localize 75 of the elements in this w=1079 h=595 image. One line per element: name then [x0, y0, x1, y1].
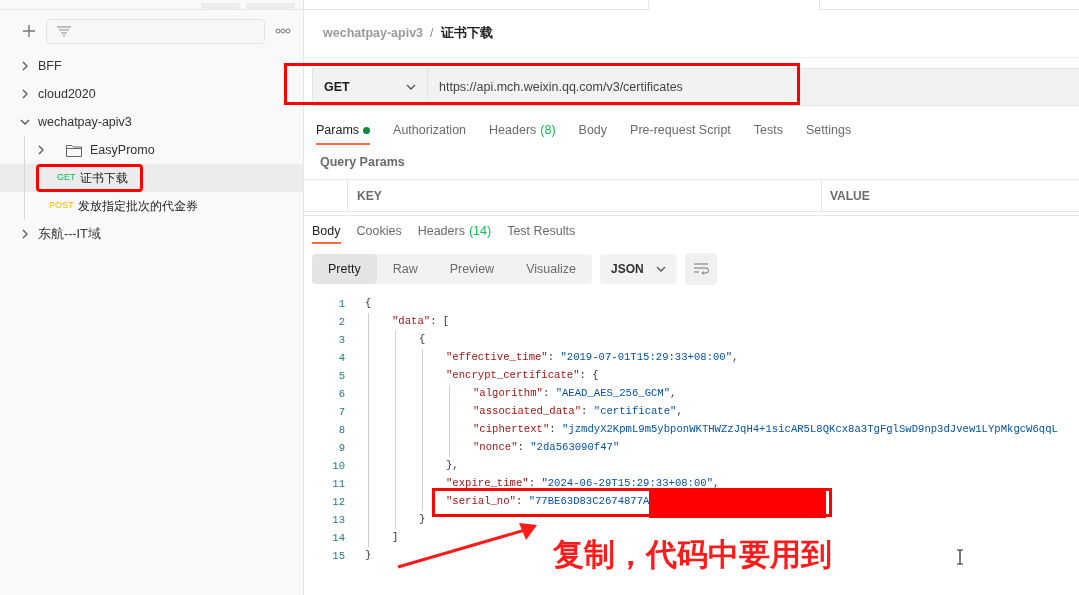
line-number: 9 — [338, 441, 345, 456]
plus-icon[interactable] — [22, 24, 36, 38]
line-number: 5 — [338, 369, 345, 384]
response-tab[interactable]: Test Results — [507, 220, 576, 244]
line-number: 1 — [338, 297, 345, 312]
annotation-text: 复制，代码中要用到 — [553, 539, 832, 570]
method-label: POST — [49, 199, 74, 213]
line-number: 2 — [338, 315, 345, 330]
code-line: "data": [ — [392, 314, 450, 330]
view-mode-button[interactable]: Visualize — [510, 254, 592, 284]
request-tab[interactable]: Settings — [806, 117, 852, 145]
filter-field[interactable] — [46, 18, 265, 44]
method-label: GET — [57, 171, 76, 185]
request-tab[interactable]: Body — [578, 117, 608, 145]
request-item[interactable]: POST 发放指定批次的代金券 — [31, 197, 198, 215]
line-number: 11 — [332, 477, 345, 492]
chevron-down-icon[interactable] — [655, 264, 666, 274]
folder-icon — [66, 143, 82, 157]
column-header: VALUE — [829, 187, 871, 205]
code-line: } — [365, 548, 372, 564]
request-name: 证书下载 — [79, 170, 128, 187]
line-number: 10 — [332, 459, 345, 474]
code-line: "encrypt_certificate": { — [446, 368, 599, 384]
line-number: 12 — [332, 495, 345, 510]
chevron-right-icon[interactable] — [20, 89, 30, 99]
line-number: 7 — [338, 405, 345, 420]
code-line: { — [365, 296, 372, 312]
view-mode-button[interactable]: Preview — [433, 254, 511, 284]
code-line: "associated_data": "certificate", — [473, 404, 683, 420]
line-number: 14 — [332, 531, 345, 546]
response-tab[interactable]: Headers (14) — [417, 220, 492, 244]
code-line: "effective_time": "2019-07-01T15:29:33+08:00", — [446, 350, 739, 366]
request-tab[interactable]: Tests — [753, 117, 783, 145]
request-tab[interactable]: Authorization — [393, 117, 467, 145]
line-number: 3 — [338, 333, 345, 348]
code-line: } — [419, 512, 426, 528]
section-title: Query Params — [320, 153, 405, 171]
collection-name[interactable]: wechatpay-apiv3 — [38, 112, 132, 132]
chevron-right-icon[interactable] — [20, 61, 30, 71]
request-tab[interactable]: Pre-request Script — [630, 117, 731, 145]
collection-name[interactable]: BFF — [38, 56, 62, 76]
column-header: KEY — [348, 180, 822, 211]
request-name: 发放指定批次的代金券 — [77, 198, 198, 215]
line-number: 13 — [332, 513, 345, 528]
text-cursor-icon — [955, 549, 965, 565]
collection-name[interactable]: 东航---IT域 — [38, 224, 101, 244]
wrap-icon — [692, 263, 709, 275]
line-number: 15 — [332, 549, 345, 564]
chevron-right-icon[interactable] — [20, 229, 30, 239]
view-mode-button[interactable]: Pretty — [312, 254, 377, 284]
line-number: 4 — [338, 351, 345, 366]
response-tab[interactable]: Body — [312, 220, 341, 244]
code-line: { — [419, 332, 426, 348]
line-number: 8 — [338, 423, 345, 438]
chevron-right-icon[interactable] — [36, 145, 46, 155]
code-line: "serial_no": "77BE63D83C2674877A — [446, 494, 650, 510]
line-number: 6 — [338, 387, 345, 402]
format-select[interactable]: JSON — [599, 254, 677, 284]
code-line: "algorithm": "AEAD_AES_256_GCM", — [473, 386, 677, 402]
code-line: "ciphertext": "jzmdyX2KpmL9m5ybponWKTHWZzJqH4+1sicAR5L8QKcx8a3TgFglSwD9np3dJvew1LYpMkgcW6qqL — [473, 422, 1058, 438]
code-line: ] — [392, 530, 399, 546]
request-tab[interactable]: Params — [316, 117, 371, 145]
request-tab[interactable]: Headers (8) — [489, 117, 556, 145]
code-line: "nonce": "2da563090f47" — [473, 440, 620, 456]
breadcrumb-title: 证书下载 — [440, 25, 493, 43]
response-tab[interactable]: Cookies — [356, 220, 402, 244]
filter-icon — [57, 25, 71, 37]
code-line: "expire_time": "2024-06-29T15:29:33+08:00", — [446, 476, 720, 492]
more-icon[interactable] — [275, 28, 291, 34]
collection-name[interactable]: cloud2020 — [38, 84, 96, 104]
chevron-down-icon[interactable] — [20, 117, 30, 127]
folder-name[interactable]: EasyPromo — [90, 140, 155, 160]
view-mode-button[interactable]: Raw — [376, 254, 434, 284]
breadcrumb-separator: / — [430, 25, 434, 43]
code-line: }, — [446, 458, 459, 474]
